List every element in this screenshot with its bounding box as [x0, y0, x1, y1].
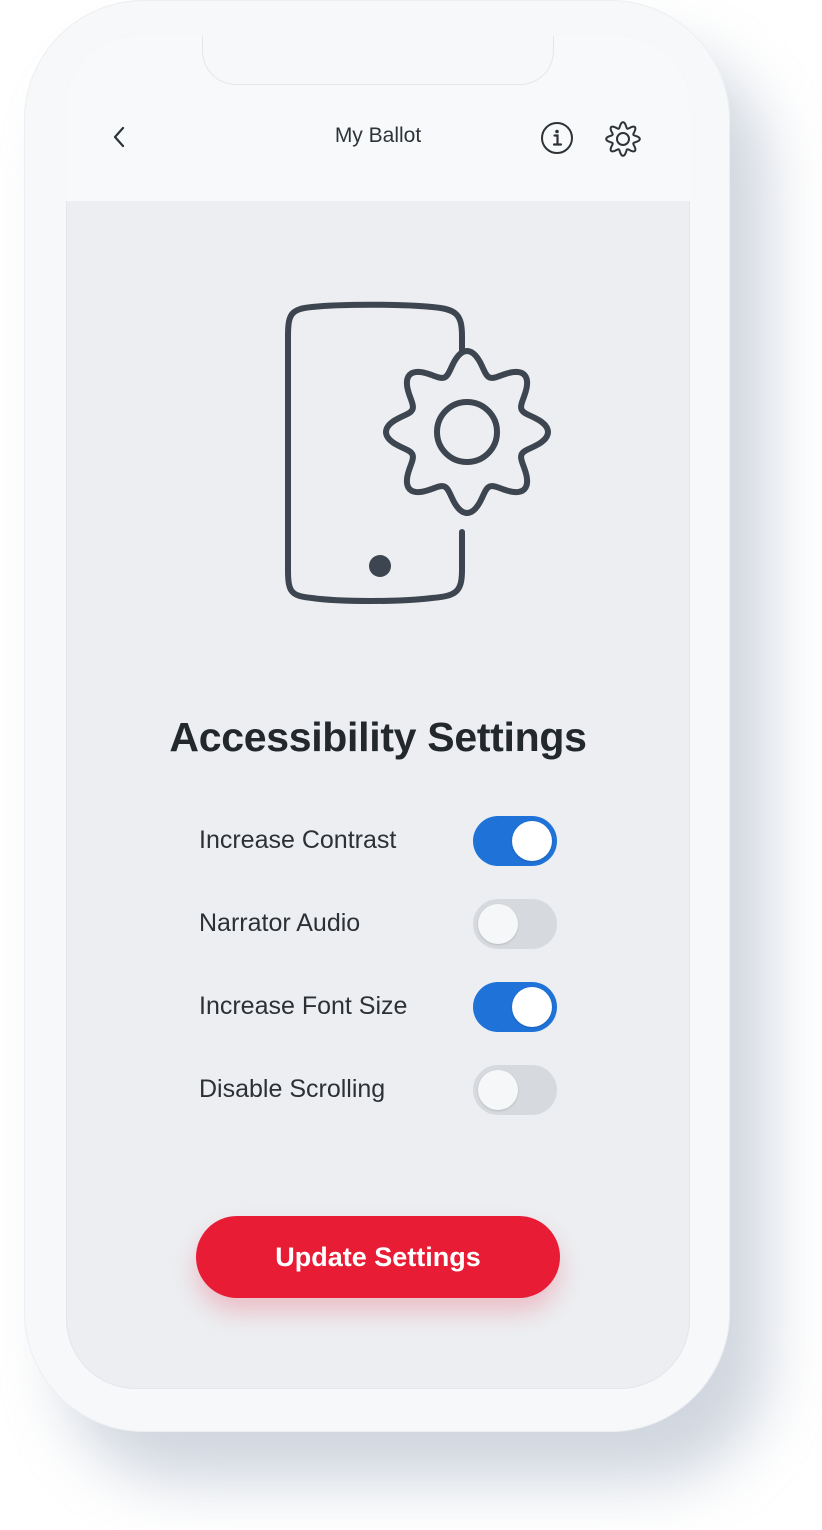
setting-row-increase-contrast: Increase Contrast	[199, 816, 557, 866]
setting-row-increase-font-size: Increase Font Size	[199, 982, 557, 1032]
setting-row-narrator-audio: Narrator Audio	[199, 899, 557, 949]
page-title: My Ballot	[334, 124, 422, 147]
gear-outline	[383, 348, 551, 516]
setting-label: Narrator Audio	[199, 909, 361, 937]
toggle-knob	[512, 987, 552, 1027]
setting-label: Increase Contrast	[199, 826, 397, 854]
back-button[interactable]	[106, 122, 132, 152]
app-screen: My Ballot Accessibility Settings Increas…	[66, 36, 690, 1389]
toggle-knob	[478, 1070, 518, 1110]
chevron-left-icon	[113, 126, 125, 148]
setting-label: Increase Font Size	[199, 992, 408, 1020]
gear-icon	[605, 121, 641, 157]
update-settings-button[interactable]: Update Settings	[196, 1216, 560, 1298]
setting-label: Disable Scrolling	[199, 1075, 386, 1103]
info-icon	[541, 122, 573, 154]
narrator-audio-toggle[interactable]	[473, 899, 557, 949]
setting-row-disable-scrolling: Disable Scrolling	[199, 1065, 557, 1115]
toggle-knob	[478, 904, 518, 944]
home-button-dot	[369, 555, 391, 577]
toggle-knob	[512, 821, 552, 861]
increase-font-size-toggle[interactable]	[473, 982, 557, 1032]
disable-scrolling-toggle[interactable]	[473, 1065, 557, 1115]
increase-contrast-toggle[interactable]	[473, 816, 557, 866]
settings-button[interactable]	[604, 120, 642, 158]
phone-settings-icon	[285, 301, 551, 604]
section-title: Accessibility Settings	[169, 714, 587, 760]
device-notch	[202, 36, 554, 85]
info-button[interactable]	[540, 121, 574, 155]
